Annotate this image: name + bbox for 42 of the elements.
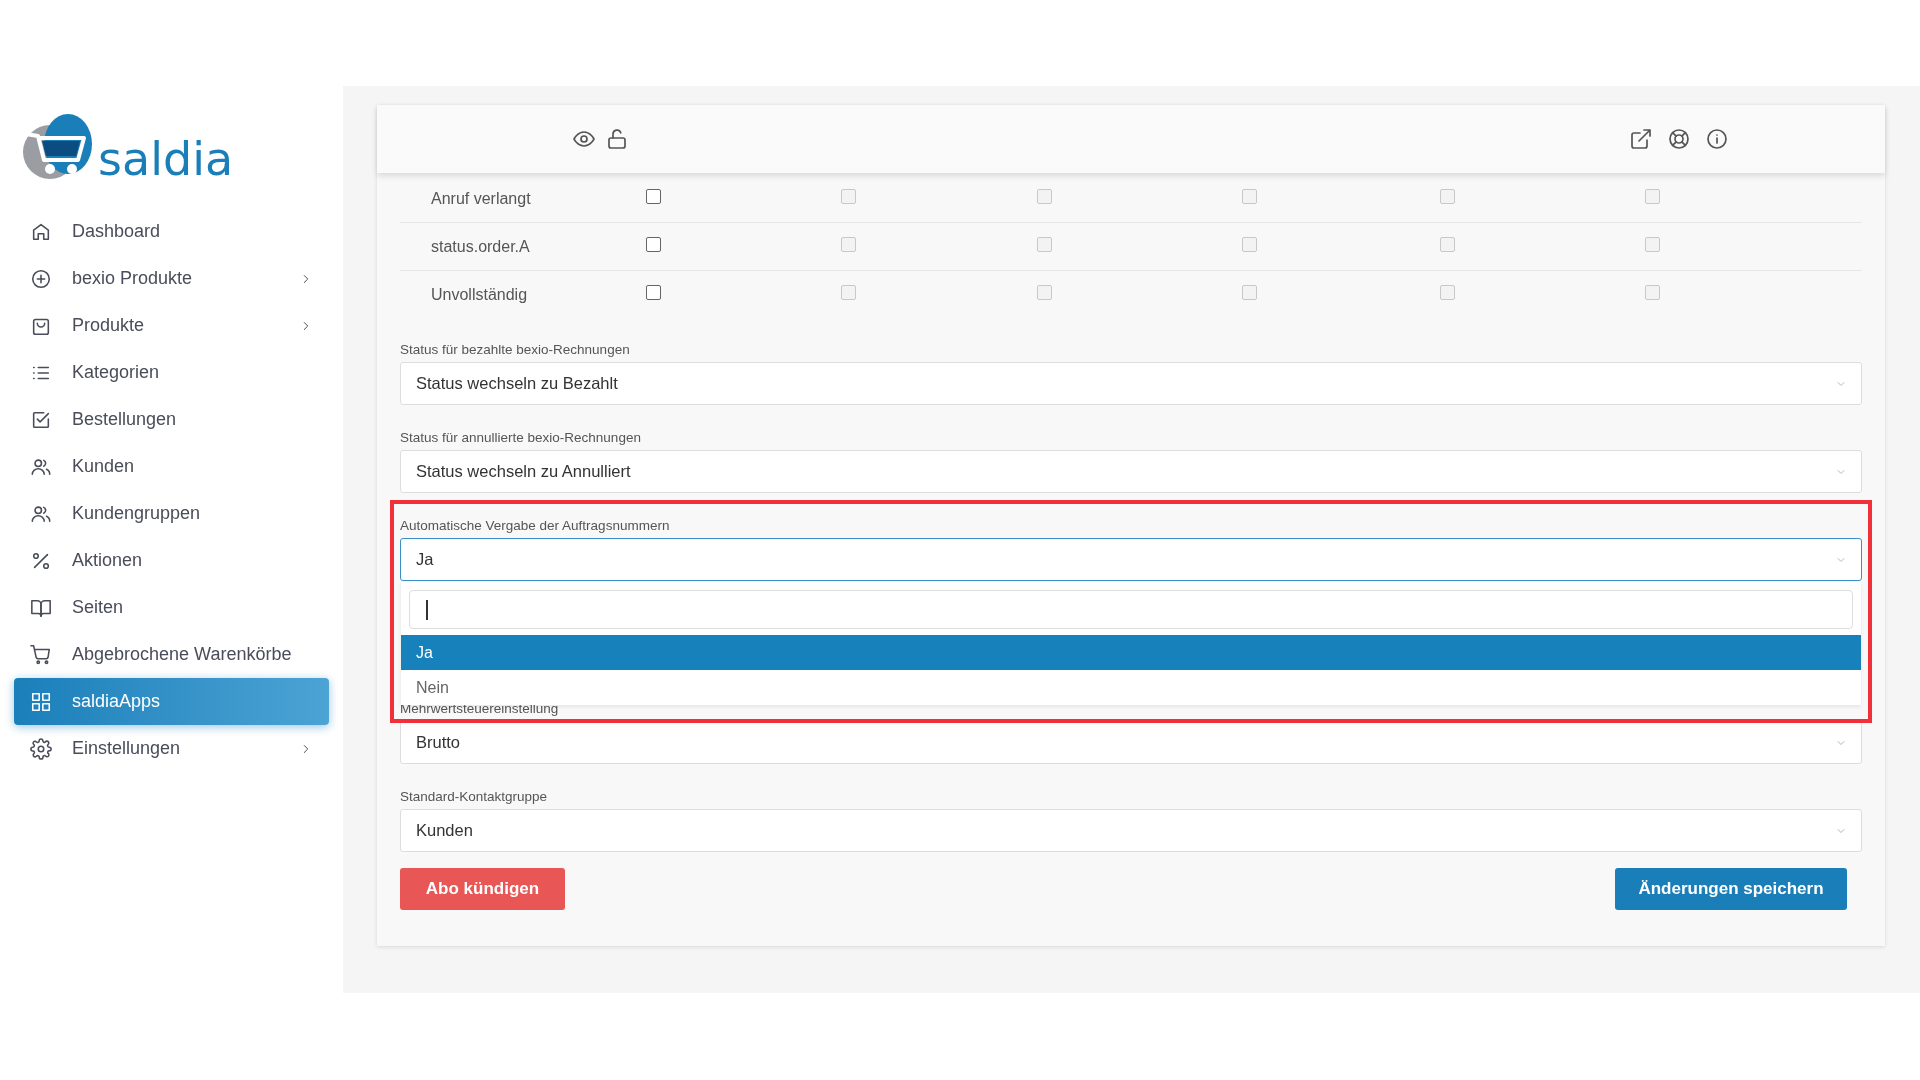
sidebar-item[interactable]: Abgebrochene Warenkörbe — [14, 631, 329, 678]
field-label: Standard-Kontaktgruppe — [400, 789, 549, 804]
field-label: Automatische Vergabe der Auftragsnummern — [400, 518, 671, 533]
sidebar-item[interactable]: Dashboard — [14, 208, 329, 255]
select-field[interactable]: Ja — [400, 538, 1862, 581]
grid-icon — [30, 690, 52, 713]
select-field[interactable]: Brutto — [400, 721, 1862, 764]
save-changes-button[interactable]: Änderungen speichern — [1615, 868, 1847, 910]
cancel-subscription-button[interactable]: Abo kündigen — [400, 868, 565, 910]
external-link-icon[interactable] — [1629, 127, 1653, 151]
checkbox[interactable] — [646, 285, 661, 300]
select-field[interactable]: Kunden — [400, 809, 1862, 852]
settings-icon — [30, 737, 52, 760]
sidebar-item[interactable]: Bestellungen — [14, 396, 329, 443]
search-field[interactable] — [409, 590, 1853, 629]
info-icon[interactable] — [1705, 127, 1729, 151]
sidebar-item[interactable]: bexio Produkte — [14, 255, 329, 302]
select-field[interactable]: Status wechseln zu Bezahlt — [400, 362, 1862, 405]
unlock-icon[interactable] — [605, 127, 629, 151]
table-cell-text: status.order.A — [431, 237, 531, 256]
sidebar-item[interactable]: Kundengruppen — [14, 490, 329, 537]
lifebuoy-icon[interactable] — [1667, 127, 1691, 151]
cart-logo-icon — [22, 114, 94, 180]
sidebar-item[interactable]: saldiaApps — [14, 678, 329, 725]
checkbox[interactable] — [646, 237, 661, 252]
dropdown-option[interactable]: Ja — [401, 635, 1861, 670]
table-cell-text: Anruf verlangt — [431, 189, 532, 208]
table-cell-text: Unvollständig — [431, 285, 529, 304]
plus-circle-icon — [30, 267, 52, 290]
select-field[interactable]: Status wechseln zu Annulliert — [400, 450, 1862, 493]
cart-icon — [30, 643, 52, 666]
sidebar-item[interactable]: Seiten — [14, 584, 329, 631]
sidebar-item[interactable]: Kunden — [14, 443, 329, 490]
text-cursor-icon — [426, 599, 428, 620]
sidebar-item[interactable]: Kategorien — [14, 349, 329, 396]
checkbox[interactable] — [646, 189, 661, 204]
sidebar-item[interactable]: Produkte — [14, 302, 329, 349]
sidebar-item[interactable]: Aktionen — [14, 537, 329, 584]
field-label: Status für annullierte bexio-Rechnungen — [400, 430, 642, 445]
logo-text: saldia — [98, 136, 234, 182]
sidebar-item[interactable]: Einstellungen — [14, 725, 329, 772]
field-label: Status für bezahlte bexio-Rechnungen — [400, 342, 631, 357]
